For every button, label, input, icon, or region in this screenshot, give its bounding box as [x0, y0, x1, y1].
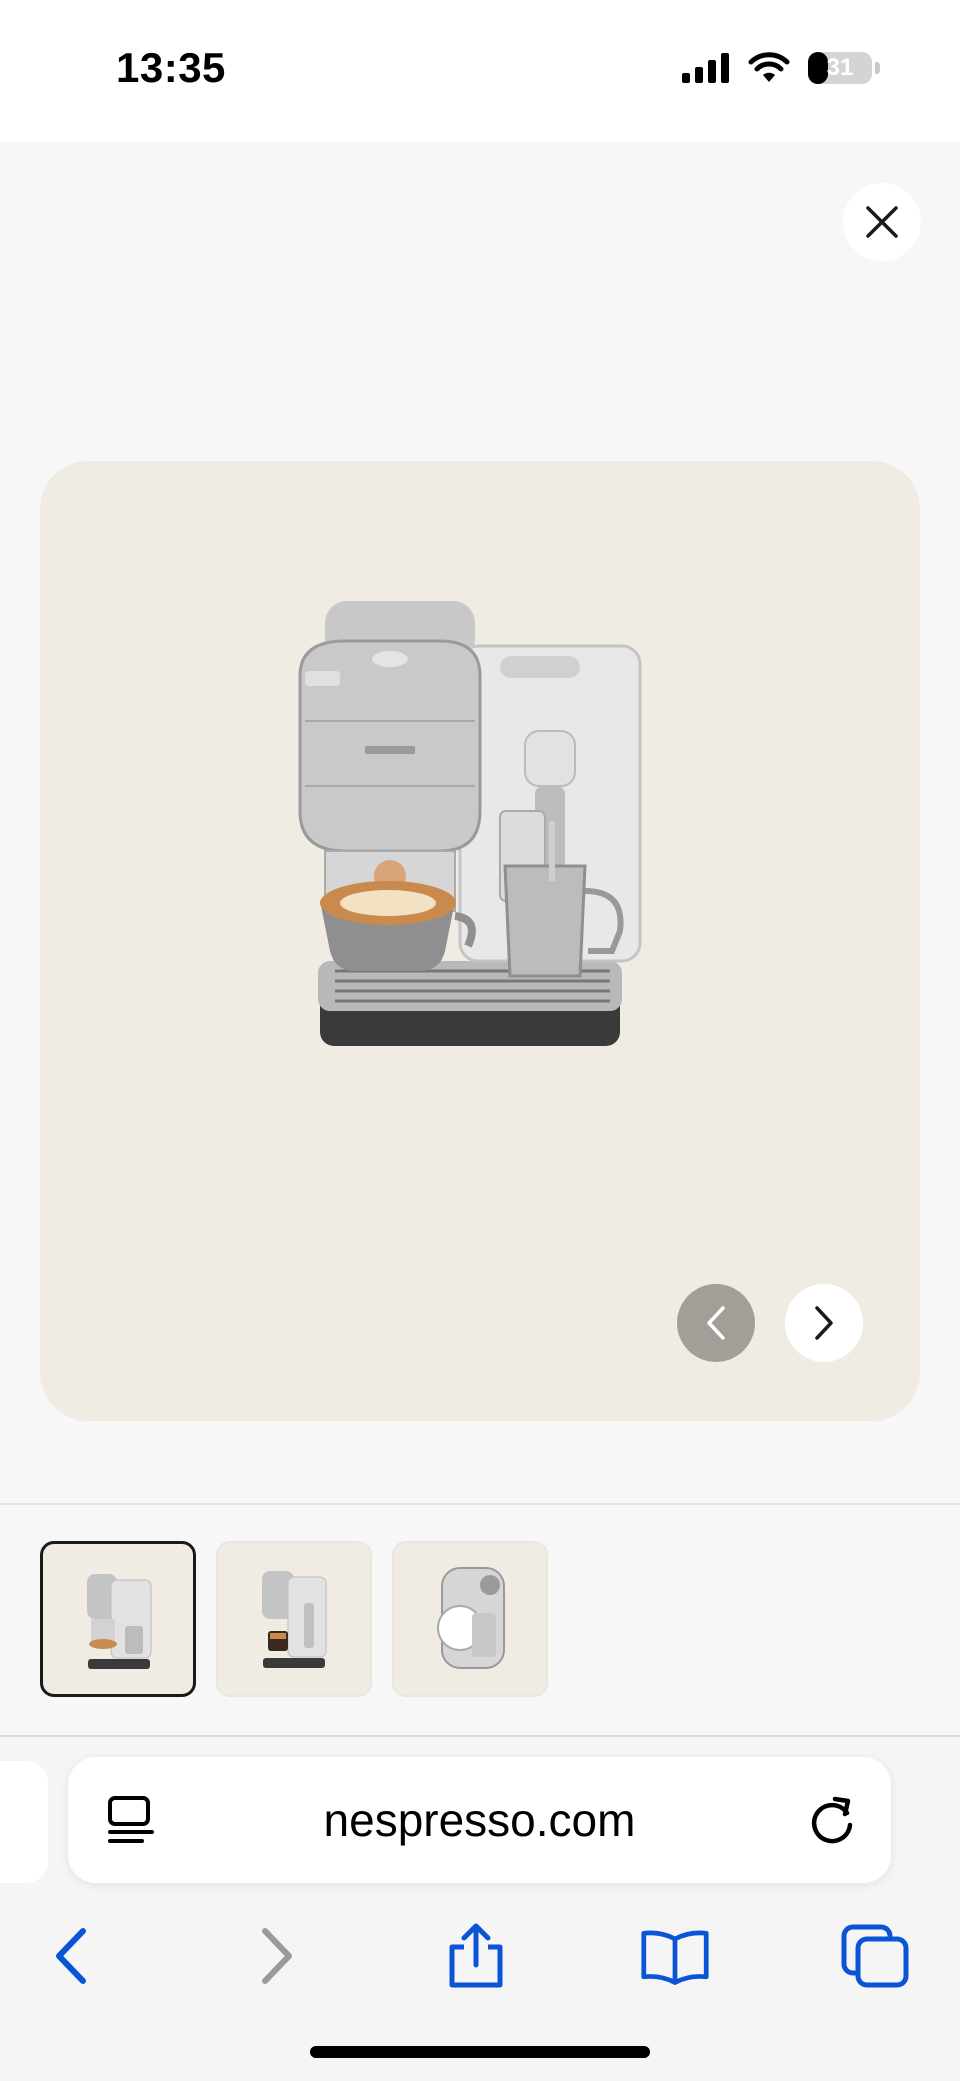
thumbnail-machine-espresso-image [262, 1571, 327, 1668]
back-icon [56, 1928, 86, 1984]
signal-icon [682, 53, 729, 83]
url-text[interactable]: nespresso.com [68, 1793, 891, 1847]
product-image [298, 601, 642, 1046]
home-indicator[interactable] [310, 2046, 650, 2058]
status-time: 13:35 [116, 44, 226, 91]
thumbnail-3[interactable] [392, 1541, 548, 1697]
thumbnail-1-selected[interactable] [40, 1541, 196, 1697]
share-icon [449, 1923, 503, 1988]
chevron-right-icon [815, 1306, 833, 1340]
wifi-icon [748, 52, 790, 82]
thumbnail-machine-front-image [87, 1574, 152, 1669]
close-button[interactable] [843, 183, 921, 261]
thumbnail-2[interactable] [216, 1541, 372, 1697]
battery-icon: 31 [808, 52, 872, 84]
battery-level: 31 [826, 54, 854, 81]
browser-toolbar [0, 1899, 960, 2009]
previous-tab-peek[interactable] [0, 1761, 48, 1883]
status-bar: 13:35 31 [0, 0, 960, 142]
chevron-left-icon [707, 1306, 725, 1340]
tabs-icon [841, 1924, 909, 1988]
forward-icon [262, 1928, 292, 1984]
tabs-button[interactable] [840, 1921, 910, 1991]
browser-chrome: nespresso.com [0, 1737, 960, 2081]
reload-icon[interactable] [805, 1793, 859, 1847]
next-image-button[interactable] [785, 1284, 863, 1362]
previous-image-button[interactable] [677, 1284, 755, 1362]
product-image-card[interactable] [40, 461, 920, 1421]
status-icons: 31 [682, 52, 880, 84]
share-button[interactable] [441, 1921, 511, 1991]
forward-button[interactable] [242, 1921, 312, 1991]
address-bar[interactable]: nespresso.com [68, 1757, 891, 1883]
thumbnail-machine-top-image [437, 1567, 505, 1669]
thumbnail-strip [0, 1505, 960, 1735]
close-icon [866, 206, 898, 238]
back-button[interactable] [36, 1921, 106, 1991]
bookmarks-button[interactable] [640, 1921, 710, 1991]
bookmarks-icon [641, 1930, 709, 1985]
